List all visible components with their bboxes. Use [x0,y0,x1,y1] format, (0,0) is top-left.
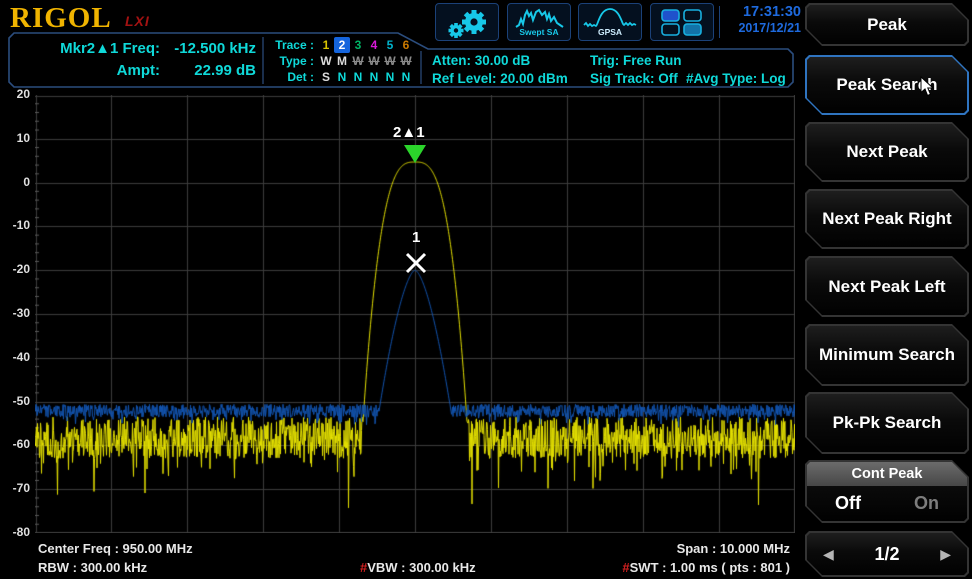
gpsa-button[interactable]: GPSA [578,3,642,41]
softkey-next-peak-right[interactable]: Next Peak Right [805,189,969,249]
cont-peak-on-option[interactable]: On [914,493,939,514]
y-axis-tick-label: -30 [2,306,30,320]
cont-peak-title: Cont Peak [807,462,967,486]
trace-det-6: N [398,69,414,85]
center-freq-value: Center Freq : 950.00 MHz [38,541,193,556]
softkey-pkpk-search-label: Pk-Pk Search [833,413,942,433]
trace-num-4: 4 [366,37,382,53]
softkey-peak[interactable]: Peak [805,3,969,46]
gpsa-label: GPSA [598,27,622,37]
trace-det-4: N [366,69,382,85]
softkey-next-peak-label: Next Peak [846,142,927,162]
trace-det-3: N [350,69,366,85]
y-axis-tick-label: -20 [2,262,30,276]
y-axis-tick-label: 0 [2,175,30,189]
gaussian-curve-icon [582,7,638,29]
softkey-minimum-search[interactable]: Minimum Search [805,324,969,386]
cont-peak-off-option[interactable]: Off [835,493,861,514]
softkey-cont-peak[interactable]: Cont Peak Off On [805,460,969,523]
softkey-next-peak[interactable]: Next Peak [805,122,969,182]
softkey-next-peak-right-label: Next Peak Right [822,209,951,229]
trig-group: Trig: Free Run Sig Track: Off [590,52,682,88]
ref-level-value: Ref Level: 20.00 dBm [432,70,568,88]
y-axis-tick-label: -70 [2,481,30,495]
sig-track-value: Sig Track: Off [590,70,682,88]
trace-num-5: 5 [382,37,398,53]
mouse-cursor-icon [920,76,936,98]
next-page-arrow-icon[interactable]: ▶ [940,546,951,563]
y-axis-tick-label: 10 [2,131,30,145]
spectrum-waveform-icon [513,7,565,29]
type-row-label: Type : [268,53,314,69]
atten-value: Atten: 30.00 dB [432,52,568,70]
softkey-peak-search[interactable]: Peak Search [805,55,969,115]
trace-type-4: W [366,53,382,69]
marker-1-label: 1 [412,229,420,246]
window-grid-icon [659,6,705,38]
softkey-page-nav[interactable]: ◀ 1/2 ▶ [805,531,969,577]
trace-type-2: M [334,53,350,69]
prev-page-arrow-icon[interactable]: ◀ [823,546,834,563]
clock-date: 2017/12/21 [721,20,801,36]
analyzer-screen: RIGOL LXI [0,0,972,579]
rigol-logo: RIGOL [10,2,112,35]
top-divider [719,6,720,38]
trace-type-1: W [318,53,334,69]
vbw-value: #VBW : 300.00 kHz [360,560,476,575]
det-row-label: Det : [268,69,314,85]
softkey-minimum-search-label: Minimum Search [819,345,955,365]
marker-freq-label: Mkr2▲1 Freq: Ampt: [14,38,160,82]
gear-icon [439,5,495,39]
trace-type-6: W [398,53,414,69]
y-axis-tick-label: -40 [2,350,30,364]
trace-num-3: 3 [350,37,366,53]
trace-det-1: S [318,69,334,85]
y-axis-tick-label: -80 [2,525,30,539]
trace-det-5: N [382,69,398,85]
trace-row-label: Trace : [268,37,314,53]
softkey-pkpk-search[interactable]: Pk-Pk Search [805,392,969,454]
softkey-next-peak-left-label: Next Peak Left [828,277,945,297]
swt-value: #SWT : 1.00 ms ( pts : 801 ) [622,560,790,575]
swept-sa-button[interactable]: Swept SA [507,3,571,41]
marker-freq-value: -12.500 kHz 22.99 dB [160,38,256,82]
swept-sa-label: Swept SA [519,27,558,37]
trace-det-2: N [334,69,350,85]
lxi-badge: LXI [125,13,150,29]
y-axis-tick-label: 20 [2,87,30,101]
trace-num-2-selected: 2 [334,37,350,53]
trace-num-1: 1 [318,37,334,53]
swt-coupled-hash: # [622,560,629,575]
softkey-peak-label: Peak [867,15,907,35]
settings-button[interactable] [435,3,499,41]
trace-num-6: 6 [398,37,414,53]
trace-type-5: W [382,53,398,69]
marker-1-x-icon [404,251,428,275]
trace-table: Trace : 1 2 3 4 5 6 Type : W M W W W W D… [268,37,414,85]
y-axis-tick-label: -10 [2,218,30,232]
atten-group: Atten: 30.00 dB Ref Level: 20.00 dBm [432,52,568,88]
y-axis-tick-label: -60 [2,437,30,451]
softkey-next-peak-left[interactable]: Next Peak Left [805,256,969,317]
page-indicator: 1/2 [874,544,899,565]
rbw-value: RBW : 300.00 kHz [38,560,147,575]
trace-type-3: W [350,53,366,69]
y-axis-tick-label: -50 [2,394,30,408]
clock-time: 17:31:30 [721,4,801,20]
display-layout-button[interactable] [650,3,714,41]
avg-type-value: #Avg Type: Log [686,70,786,88]
marker-2-delta-label: 2▲1 [393,124,425,141]
span-value: Span : 10.000 MHz [677,541,790,556]
clock: 17:31:30 2017/12/21 [721,4,801,36]
trig-value: Trig: Free Run [590,52,682,70]
marker-2-triangle-icon [404,145,426,163]
